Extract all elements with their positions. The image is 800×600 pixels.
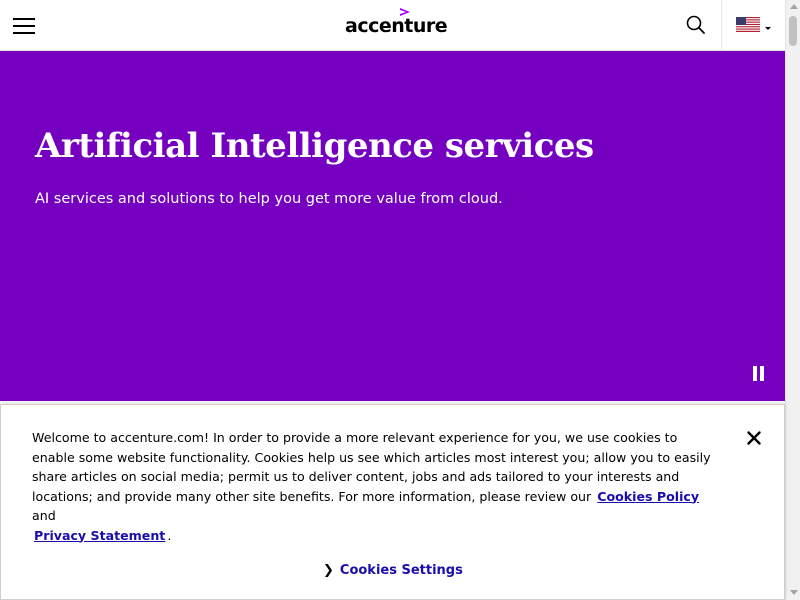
accenture-logo[interactable]: accenture: [345, 6, 448, 46]
scroll-up-arrow-icon[interactable]: [790, 4, 798, 9]
search-icon[interactable]: [685, 14, 707, 36]
chevron-right-icon: ❯: [323, 562, 334, 578]
scroll-down-arrow-icon[interactable]: [790, 590, 798, 595]
hero-subtitle: AI services and solutions to help you ge…: [35, 191, 503, 207]
header-divider: [721, 0, 722, 50]
privacy-statement-link[interactable]: Privacy Statement: [32, 528, 167, 543]
chevron-down-icon: [765, 27, 771, 30]
hero-banner: Artificial Intelligence services AI serv…: [0, 51, 785, 401]
pause-icon[interactable]: [752, 366, 766, 382]
cookie-consent-banner: Welcome to accenture.com! In order to pr…: [0, 404, 785, 600]
and-text: and: [32, 508, 56, 523]
vertical-scrollbar[interactable]: [785, 0, 800, 600]
cookie-consent-text: Welcome to accenture.com! In order to pr…: [32, 428, 722, 545]
cookies-settings-button[interactable]: ❯ Cookies Settings: [323, 559, 463, 581]
hamburger-menu-icon[interactable]: [13, 17, 37, 35]
site-header: accenture: [0, 0, 785, 51]
scrollbar-thumb[interactable]: [789, 16, 797, 46]
country-selector-button[interactable]: [736, 17, 772, 33]
close-icon[interactable]: [746, 430, 762, 446]
cookies-policy-link[interactable]: Cookies Policy: [595, 489, 701, 504]
logo-text: accenture: [345, 15, 448, 37]
us-flag-icon: [736, 17, 760, 32]
period-text: .: [167, 527, 172, 543]
cookies-settings-label: Cookies Settings: [339, 562, 463, 578]
hero-title: Artificial Intelligence services: [35, 126, 594, 166]
